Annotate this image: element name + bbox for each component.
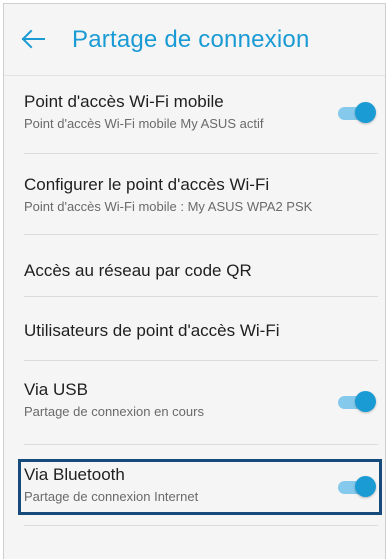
setting-title: Point d'accès Wi-Fi mobile xyxy=(24,92,224,111)
divider xyxy=(24,360,378,361)
setting-wifi-hotspot[interactable]: Point d'accès Wi-Fi mobile Point d'accès… xyxy=(24,92,378,131)
setting-qr-access[interactable]: Accès au réseau par code QR xyxy=(24,261,378,281)
arrow-left-icon xyxy=(21,29,45,49)
divider xyxy=(24,525,378,526)
toggle-thumb xyxy=(355,391,376,412)
setting-subtitle: Point d'accès Wi-Fi mobile My ASUS actif xyxy=(24,116,264,131)
divider xyxy=(24,153,378,154)
bluetooth-tethering-toggle[interactable] xyxy=(338,476,376,498)
setting-subtitle: Partage de connexion en cours xyxy=(24,404,204,419)
setting-title: Via USB xyxy=(24,380,88,399)
app-bar: Partage de connexion xyxy=(4,4,385,76)
back-button[interactable] xyxy=(18,24,48,54)
setting-title: Utilisateurs de point d'accès Wi-Fi xyxy=(24,321,280,340)
divider xyxy=(24,296,378,297)
setting-title: Accès au réseau par code QR xyxy=(24,261,252,280)
setting-title: Configurer le point d'accès Wi-Fi xyxy=(24,175,270,194)
divider xyxy=(24,234,378,235)
toggle-thumb xyxy=(355,102,376,123)
setting-via-usb[interactable]: Via USB Partage de connexion en cours xyxy=(24,380,378,419)
wifi-hotspot-toggle[interactable] xyxy=(338,102,376,124)
usb-tethering-toggle[interactable] xyxy=(338,391,376,413)
setting-subtitle: Point d'accès Wi-Fi mobile : My ASUS WPA… xyxy=(24,199,313,214)
setting-subtitle: Partage de connexion Internet xyxy=(24,489,199,504)
divider xyxy=(24,444,378,445)
toggle-thumb xyxy=(355,476,376,497)
setting-via-bluetooth[interactable]: Via Bluetooth Partage de connexion Inter… xyxy=(24,465,378,504)
setting-hotspot-users[interactable]: Utilisateurs de point d'accès Wi-Fi xyxy=(24,321,378,341)
setting-title: Via Bluetooth xyxy=(24,465,125,484)
setting-configure-hotspot[interactable]: Configurer le point d'accès Wi-Fi Point … xyxy=(24,175,378,214)
page-title: Partage de connexion xyxy=(72,26,310,53)
settings-screen: Partage de connexion Point d'accès Wi-Fi… xyxy=(3,3,386,559)
